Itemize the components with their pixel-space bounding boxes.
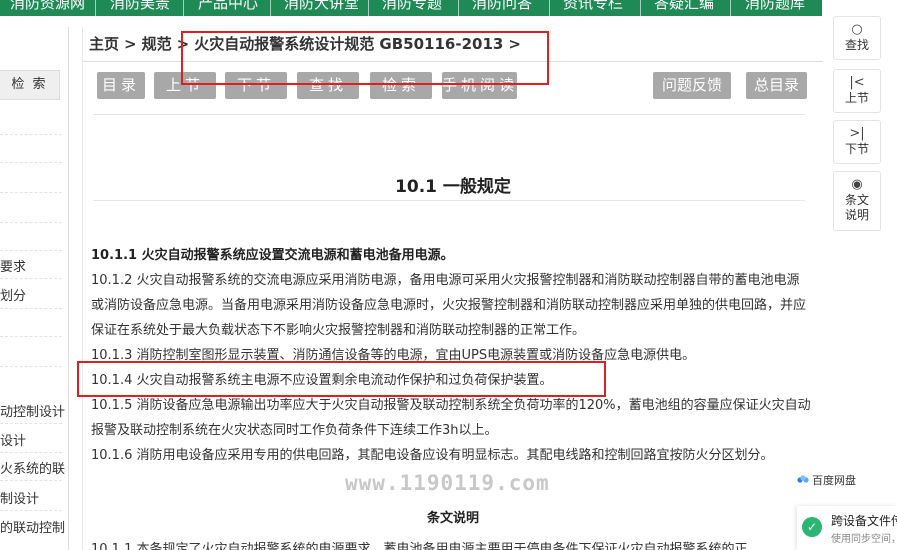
top-nav: 消防资源网 消防美景 产品中心 消防大讲堂 消防专题 消防问答 资讯专栏 答疑汇…: [0, 0, 822, 16]
sidebar-item-requirements[interactable]: 要求: [0, 256, 68, 275]
nav-item-topics[interactable]: 消防专题: [382, 0, 442, 13]
nav-item-resources[interactable]: 消防资源网: [10, 0, 85, 13]
master-catalog-button[interactable]: 总目录: [746, 72, 807, 99]
highlight-box-clause: [77, 361, 606, 397]
main-content: 主页 > 规范 > 火灾自动报警系统设计规范 GB50116-2013 > 目录 上节 下…: [82, 27, 823, 550]
sidebar-divider: [0, 250, 62, 251]
skip-prev-icon: |<: [849, 75, 865, 90]
sidebar-search-button[interactable]: 检 索: [0, 70, 60, 100]
sidebar-divider: [0, 366, 62, 367]
sidebar-divider: [0, 162, 62, 163]
site-watermark: www.1190119.com: [345, 471, 550, 495]
right-next-label: 下节: [844, 142, 869, 156]
sidebar-item-control-design-2[interactable]: 制设计: [0, 488, 68, 507]
nav-item-news[interactable]: 资讯专栏: [563, 0, 623, 13]
left-sidebar: 检 索 要求 划分 动控制设计 设计 火系统的联 制设计 的联动控制: [0, 27, 69, 550]
sidebar-divider: [0, 308, 62, 309]
skip-next-icon: >|: [849, 126, 865, 141]
baidu-pan-tab[interactable]: 百度网盘: [797, 472, 897, 490]
nav-item-faq[interactable]: 答疑汇编: [654, 0, 714, 13]
sidebar-item-design[interactable]: 设计: [0, 430, 68, 449]
sync-title: 跨设备文件传: [831, 514, 897, 528]
nav-item-lecture[interactable]: 消防大讲堂: [284, 0, 359, 13]
sidebar-item-division[interactable]: 划分: [0, 285, 68, 304]
nav-divider: [458, 0, 459, 16]
explanation-title: 条文说明: [426, 511, 479, 526]
sidebar-item-control-design[interactable]: 动控制设计: [0, 401, 68, 420]
clause-10-1-6: 10.1.6 消防用电设备应采用专用的供电回路，其配电设备应设有明显标志。其配电…: [91, 448, 774, 463]
feedback-button[interactable]: 问题反馈: [653, 72, 731, 99]
sidebar-item-linkage-control[interactable]: 的联动控制: [0, 517, 68, 536]
highlight-box-title: [181, 31, 549, 85]
sidebar-divider: [0, 480, 62, 481]
toolbar-divider: [93, 114, 805, 115]
clause-10-1-5: 10.1.5 消防设备应急电源输出功率应大于火灾自动报警及联动控制系统全负荷功率…: [91, 398, 811, 438]
baidu-pan-label: 百度网盘: [812, 474, 856, 487]
sidebar-divider: [0, 278, 62, 279]
nav-divider: [730, 0, 731, 16]
right-explain-label: 条文说明: [844, 193, 869, 222]
sidebar-item-system-link[interactable]: 火系统的联: [0, 458, 68, 477]
nav-item-products[interactable]: 产品中心: [198, 0, 258, 13]
cloud-icon: [797, 475, 809, 483]
right-explain-button[interactable]: ◉ 条文说明: [833, 171, 881, 231]
right-prev-button[interactable]: |< 上节: [833, 69, 881, 113]
sync-notification[interactable]: ✓ 跨设备文件传 使用同步空间，: [797, 506, 897, 550]
nav-item-scenery[interactable]: 消防美景: [110, 0, 170, 13]
sidebar-divider: [0, 134, 62, 135]
explanation-text: 10.1.1 本条规定了火灾自动报警系统的电源要求，蓄电池备用电源主要用于停电条…: [91, 542, 748, 550]
sync-subtitle: 使用同步空间，: [831, 534, 897, 545]
sidebar-divider: [0, 336, 62, 337]
sidebar-divider: [0, 192, 62, 193]
nav-item-exam[interactable]: 消防题库: [745, 0, 805, 13]
right-find-button[interactable]: ○ 查找: [833, 16, 881, 60]
catalog-button[interactable]: 目录: [97, 72, 145, 99]
nav-divider: [368, 0, 369, 16]
eye-icon: ◉: [851, 177, 863, 192]
right-find-label: 查找: [844, 38, 869, 52]
nav-divider: [183, 0, 184, 16]
sidebar-divider: [0, 423, 62, 424]
nav-divider: [640, 0, 641, 16]
sidebar-divider: [0, 452, 62, 453]
breadcrumb-separator: >: [124, 35, 137, 53]
search-icon: ○: [851, 22, 863, 37]
breadcrumb-spec[interactable]: 规范: [142, 35, 172, 53]
nav-item-qa[interactable]: 消防问答: [472, 0, 532, 13]
clause-10-1-1: 10.1.1 火灾自动报警系统应设置交流电源和蓄电池备用电源。: [91, 248, 454, 263]
check-icon: ✓: [802, 517, 822, 537]
breadcrumb-home[interactable]: 主页: [89, 35, 119, 53]
section-title: 10.1 一般规定: [395, 177, 511, 197]
sidebar-divider: [0, 222, 62, 223]
nav-divider: [95, 0, 96, 16]
nav-divider: [549, 0, 550, 16]
right-prev-label: 上节: [844, 91, 869, 105]
right-next-button[interactable]: >| 下节: [833, 120, 881, 164]
sidebar-divider: [0, 510, 62, 511]
nav-divider: [270, 0, 271, 16]
section-divider: [93, 200, 805, 201]
clause-10-1-2: 10.1.2 火灾自动报警系统的交流电源应采用消防电源，备用电源可采用火灾报警控…: [91, 273, 807, 338]
